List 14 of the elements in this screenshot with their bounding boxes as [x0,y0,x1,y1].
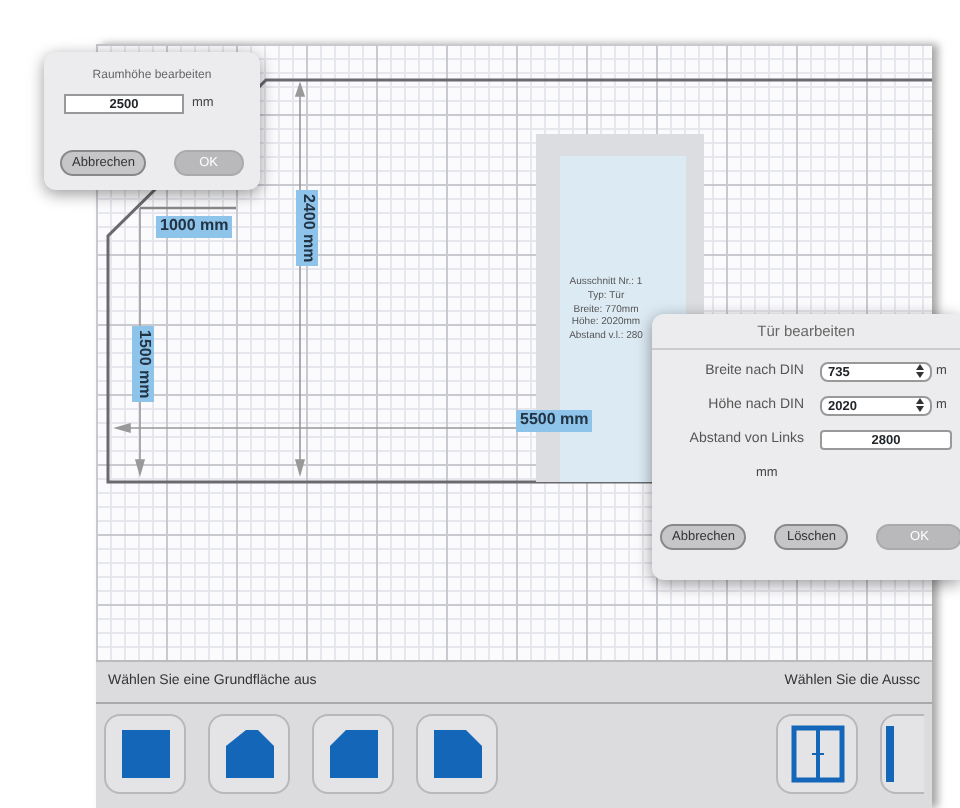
stepper-icon [916,364,924,379]
shape-button[interactable] [104,713,186,793]
window-icon [882,725,894,781]
dimension-label: 5500 mm [516,410,593,432]
dimension-label: 1000 mm [156,216,233,238]
shape-button[interactable] [312,713,394,793]
dimension-label: 2400 mm [296,190,318,267]
stepper-icon [916,398,924,413]
shape-button[interactable] [416,713,498,793]
shape-button[interactable] [208,713,290,793]
opening-button[interactable] [776,713,858,793]
dimension-label: 1500 mm [132,326,154,403]
opening-button[interactable] [880,713,924,793]
double-door-icon [789,723,845,783]
